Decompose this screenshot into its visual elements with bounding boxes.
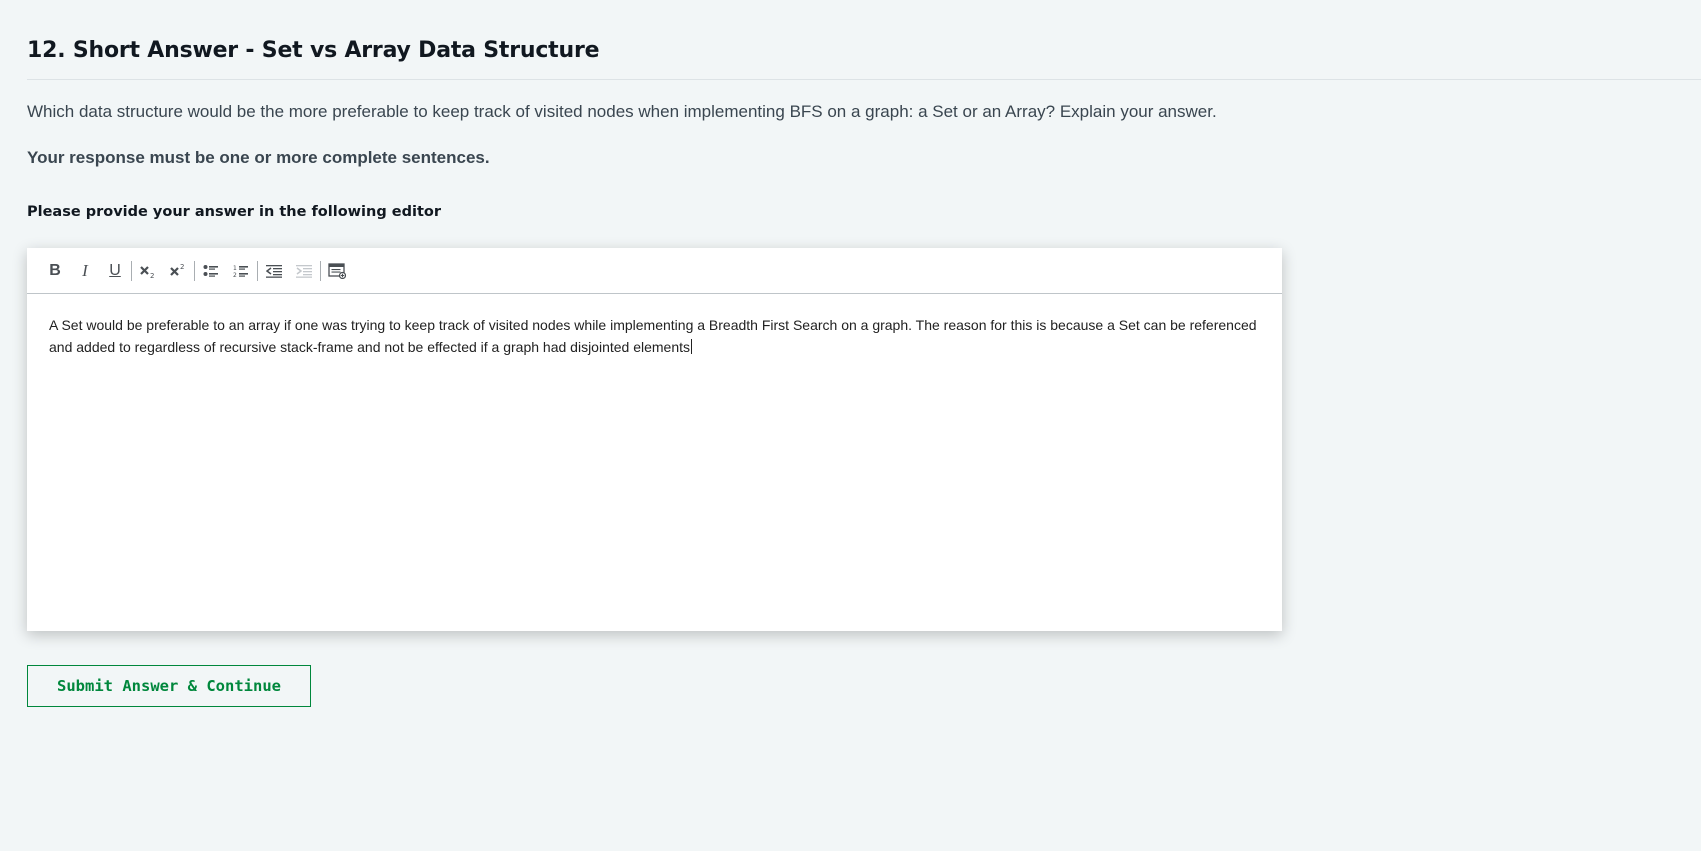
bold-button[interactable]: B <box>40 256 70 286</box>
question-title: 12. Short Answer - Set vs Array Data Str… <box>27 38 600 63</box>
response-requirement: Your response must be one or more comple… <box>27 148 490 167</box>
text-caret <box>691 339 693 354</box>
italic-icon: I <box>82 260 88 280</box>
increase-indent-icon <box>296 264 312 278</box>
rich-text-editor: B I U 2 2 1 2 A Set would be preferable … <box>27 248 1282 631</box>
answer-text: A Set would be preferable to an array if… <box>49 317 1257 355</box>
increase-indent-button[interactable] <box>289 256 319 286</box>
bulleted-list-icon <box>203 264 218 277</box>
question-text: Which data structure would be the more p… <box>27 102 1217 121</box>
editor-instruction: Please provide your answer in the follow… <box>27 204 442 220</box>
insert-template-icon <box>328 262 346 279</box>
bulleted-list-button[interactable] <box>196 256 226 286</box>
numbered-list-button[interactable]: 1 2 <box>226 256 256 286</box>
numbered-list-icon: 1 2 <box>233 265 248 278</box>
title-divider <box>27 79 1701 80</box>
underline-button[interactable]: U <box>100 256 130 286</box>
decrease-indent-icon <box>266 264 282 278</box>
insert-template-button[interactable] <box>322 256 352 286</box>
toolbar-separator <box>257 260 258 281</box>
svg-text:2: 2 <box>150 272 154 279</box>
toolbar-separator <box>131 260 132 281</box>
italic-button[interactable]: I <box>70 256 100 286</box>
editor-toolbar: B I U 2 2 1 2 <box>27 248 1282 294</box>
underline-icon: U <box>109 261 121 279</box>
decrease-indent-button[interactable] <box>259 256 289 286</box>
superscript-button[interactable]: 2 <box>163 256 193 286</box>
editor-content-area[interactable]: A Set would be preferable to an array if… <box>27 294 1282 358</box>
superscript-icon: 2 <box>170 263 184 276</box>
svg-text:1: 1 <box>233 265 237 272</box>
subscript-button[interactable]: 2 <box>133 256 163 286</box>
bold-icon: B <box>49 261 61 279</box>
toolbar-separator <box>320 260 321 281</box>
toolbar-separator <box>194 260 195 281</box>
submit-answer-button[interactable]: Submit Answer & Continue <box>27 665 311 707</box>
svg-text:2: 2 <box>180 263 184 271</box>
subscript-icon: 2 <box>140 265 154 279</box>
svg-text:2: 2 <box>233 272 237 278</box>
